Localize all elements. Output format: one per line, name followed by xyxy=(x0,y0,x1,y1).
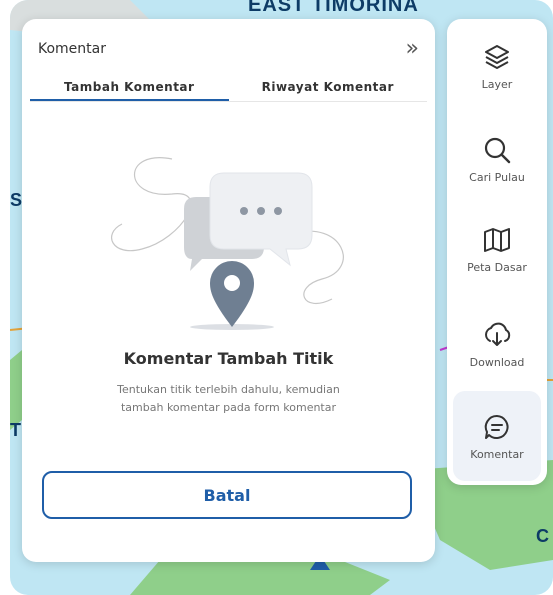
map-label-east-timor: EAST TIMORINA xyxy=(248,0,419,16)
tool-layer[interactable]: Layer xyxy=(453,21,541,111)
tool-label-peta-dasar: Peta Dasar xyxy=(467,260,527,274)
map-toolbar: Layer Cari Pulau Peta Dasar Download Kom… xyxy=(447,19,547,485)
comment-panel: Komentar » Tambah Komentar Riwayat Komen… xyxy=(22,19,435,562)
empty-state-description: Tentukan titik terlebih dahulu, kemudian… xyxy=(82,381,375,417)
tab-tambah-komentar[interactable]: Tambah Komentar xyxy=(30,77,229,101)
empty-state-title: Komentar Tambah Titik xyxy=(123,349,334,368)
comment-tabs: Tambah Komentar Riwayat Komentar xyxy=(30,77,427,102)
tab-riwayat-komentar[interactable]: Riwayat Komentar xyxy=(229,77,428,101)
map-icon xyxy=(484,227,510,252)
tool-label-layer: Layer xyxy=(481,77,513,91)
panel-title: Komentar xyxy=(38,41,106,57)
tool-download[interactable]: Download xyxy=(453,299,541,389)
empty-desc-line-1: Tentukan titik terlebih dahulu, kemudian xyxy=(117,383,340,396)
map-label-c: C xyxy=(536,526,550,546)
tool-komentar[interactable]: Komentar xyxy=(453,391,541,481)
download-icon xyxy=(485,322,511,346)
tool-peta-dasar[interactable]: Peta Dasar xyxy=(453,204,541,294)
tool-label-komentar: Komentar xyxy=(470,447,524,461)
tool-label-download: Download xyxy=(469,355,525,369)
tool-label-cari-pulau: Cari Pulau xyxy=(469,170,525,184)
double-chevron-right-icon[interactable]: » xyxy=(406,38,419,60)
search-icon xyxy=(484,137,511,163)
panel-header: Komentar » xyxy=(38,37,419,61)
comment-illustration-icon xyxy=(111,157,344,330)
empty-desc-line-2: tambah komentar pada form komentar xyxy=(120,401,337,414)
layers-icon xyxy=(485,44,509,69)
cancel-button[interactable]: Batal xyxy=(42,471,412,519)
map-label-t: T xyxy=(10,420,22,440)
tool-cari-pulau[interactable]: Cari Pulau xyxy=(453,114,541,204)
comment-icon xyxy=(484,414,509,439)
